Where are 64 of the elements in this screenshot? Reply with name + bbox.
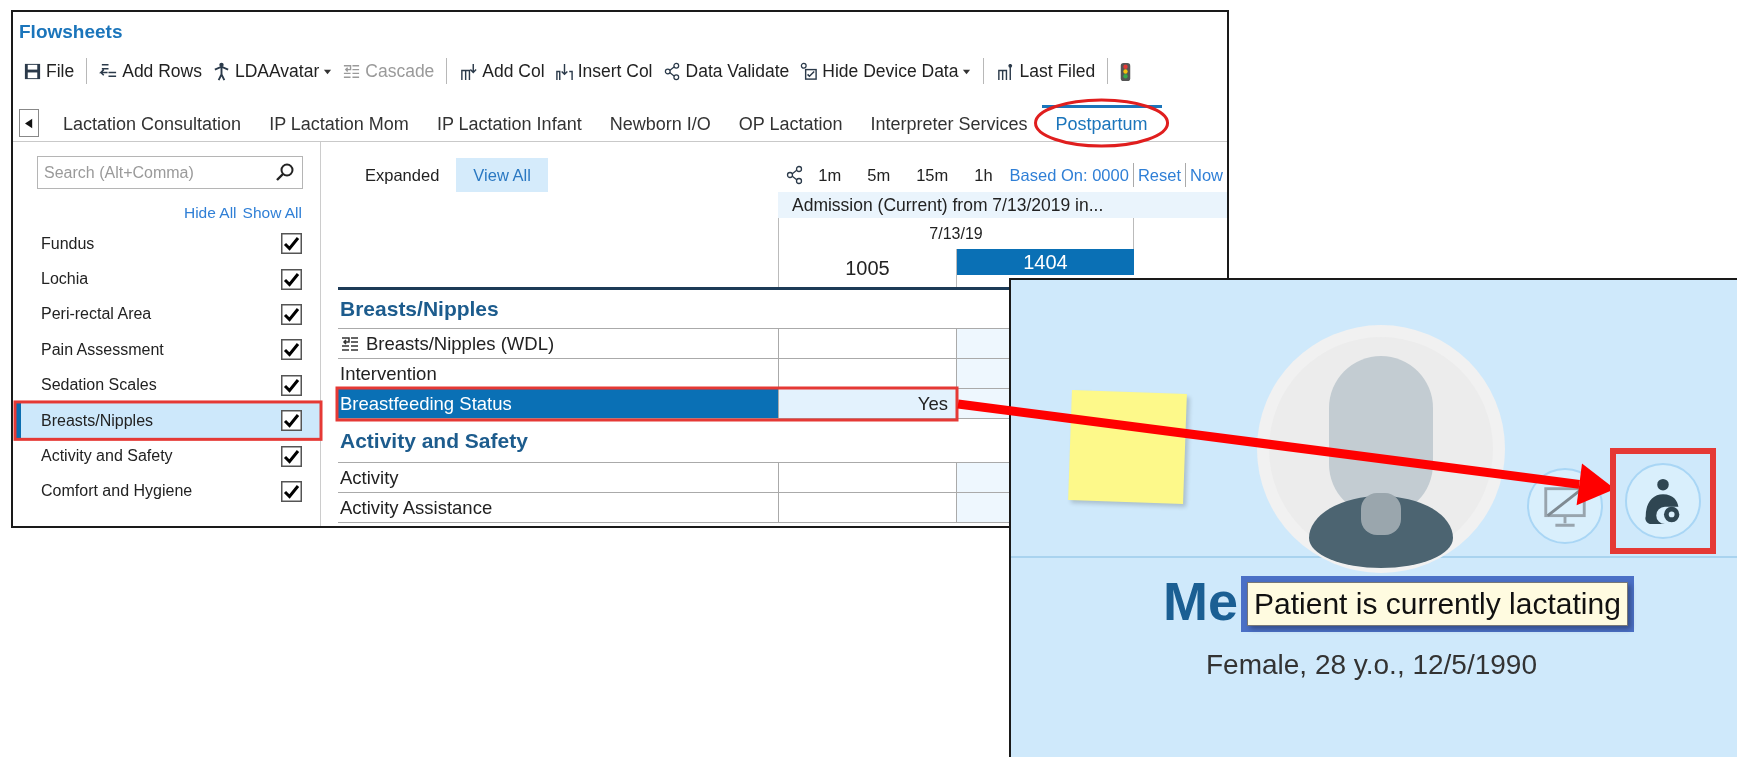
- columns-arrow-icon: [554, 61, 574, 81]
- sidebar-item[interactable]: Breasts/Nipples: [16, 402, 320, 439]
- row-label[interactable]: Activity Assistance: [338, 493, 778, 523]
- tab[interactable]: OP Lactation: [724, 105, 857, 141]
- sidebar-item[interactable]: Sedation Scales: [16, 367, 320, 403]
- patient-demographics: Female, 28 y.o., 12/5/1990: [1206, 648, 1537, 682]
- sidebar-item[interactable]: Pain Assessment: [16, 332, 320, 368]
- link[interactable]: Show All: [242, 201, 302, 223]
- sticky-note[interactable]: [1068, 390, 1187, 504]
- interval-button[interactable]: 15m: [903, 162, 962, 188]
- tab[interactable]: Interpreter Services: [856, 105, 1042, 141]
- link[interactable]: Now: [1186, 162, 1227, 188]
- scroll-left-button[interactable]: [19, 109, 39, 137]
- encounter-header: Admission (Current) from 7/13/2019 in...: [778, 192, 1227, 218]
- triangle-left-icon: [25, 117, 33, 129]
- tooltip: Patient is currently lactating: [1247, 582, 1628, 626]
- checklist-icon: [799, 61, 819, 81]
- table-cell: Yes: [778, 389, 956, 419]
- checkbox[interactable]: [281, 374, 302, 396]
- columns-arrow-icon: [459, 61, 479, 81]
- link[interactable]: Based On: 0000: [1005, 162, 1133, 188]
- row-label[interactable]: Breasts/Nipples (WDL): [338, 329, 778, 359]
- checkbox[interactable]: [281, 233, 302, 255]
- section-header: Breasts/Nipples: [340, 296, 499, 323]
- sidebar-item[interactable]: Comfort and Hygiene: [16, 473, 320, 510]
- tab[interactable]: Newborn I/O: [595, 105, 725, 141]
- row-label[interactable]: Breastfeeding Status: [338, 389, 778, 419]
- toolbar-button[interactable]: Hide Device Data: [795, 55, 976, 87]
- toolbar-button[interactable]: Add Col: [455, 55, 549, 87]
- checkbox[interactable]: [281, 445, 302, 467]
- checkbox[interactable]: [281, 410, 302, 432]
- sidebar-item[interactable]: Lochia: [16, 261, 320, 297]
- toolbar-button[interactable]: Last Filed: [992, 55, 1100, 87]
- view-toggle[interactable]: View All: [456, 157, 548, 193]
- checkbox[interactable]: [281, 339, 302, 361]
- tab[interactable]: IP Lactation Mom: [255, 105, 423, 141]
- link[interactable]: Reset: [1133, 162, 1185, 188]
- nodes-icon: [662, 61, 682, 81]
- tab[interactable]: IP Lactation Infant: [422, 105, 596, 141]
- tab[interactable]: Lactation Consultation: [49, 105, 256, 141]
- interval-button[interactable]: 5m: [854, 162, 904, 188]
- time-column-header[interactable]: 1005: [779, 255, 956, 281]
- toolbar-button[interactable]: Insert Col: [550, 55, 657, 87]
- toolbar-button[interactable]: Add Rows: [95, 55, 206, 87]
- sidebar-item[interactable]: Activity and Safety: [16, 438, 320, 474]
- row-label[interactable]: Activity: [338, 463, 778, 493]
- interval-button[interactable]: 1h: [961, 162, 1006, 188]
- search-field[interactable]: Search (Alt+Comma): [37, 156, 303, 189]
- toolbar-button[interactable]: Data Validate: [658, 55, 794, 87]
- toolbar-button[interactable]: File: [19, 55, 79, 87]
- window-title: Flowsheets: [19, 20, 123, 44]
- patient-name: Me: [1163, 571, 1238, 631]
- search-icon: [275, 162, 295, 182]
- view-toggle[interactable]: Expanded: [348, 157, 457, 193]
- time-column-header[interactable]: 1404: [957, 249, 1134, 275]
- sidebar-item[interactable]: Peri-rectal Area: [16, 296, 320, 333]
- link[interactable]: Hide All: [184, 201, 237, 223]
- checkbox[interactable]: [281, 303, 302, 325]
- interval-button[interactable]: 1m: [805, 162, 855, 188]
- toolbar-button[interactable]: LDAAvatar: [207, 55, 337, 87]
- section-header: Activity and Safety: [340, 427, 528, 454]
- sidebar-item[interactable]: Fundus: [16, 226, 320, 262]
- checkbox[interactable]: [281, 268, 302, 290]
- checkbox[interactable]: [281, 480, 302, 502]
